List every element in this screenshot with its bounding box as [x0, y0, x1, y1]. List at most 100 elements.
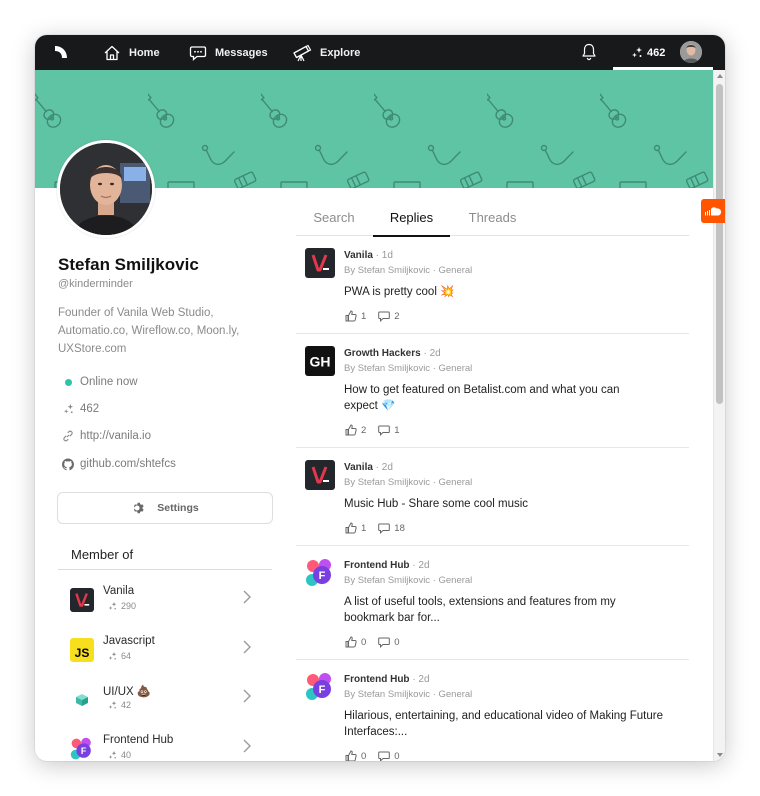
like-count: 0	[361, 636, 367, 648]
uiux-logo-icon	[70, 687, 94, 711]
soundcloud-button[interactable]	[701, 199, 725, 223]
chevron-right-icon	[242, 689, 252, 703]
comment-count: 1	[394, 424, 400, 436]
nav-home[interactable]: Home	[103, 35, 160, 70]
sparkle-icon	[108, 652, 117, 661]
member-of-title: Member of	[71, 547, 134, 562]
status-row: Online now	[62, 374, 138, 390]
svg-text:JS: JS	[75, 646, 90, 660]
post-group[interactable]: Vanila · 2d	[344, 462, 393, 473]
comment-count: 0	[394, 636, 400, 648]
like-icon[interactable]	[345, 424, 357, 436]
messages-icon	[189, 45, 207, 61]
like-count: 2	[361, 424, 367, 436]
like-count: 1	[361, 310, 367, 322]
post-group[interactable]: Vanila · 1d	[344, 250, 393, 261]
profile-bio: Founder of Vanila Web Studio, Automatio.…	[58, 307, 240, 355]
scrollbar-thumb[interactable]	[716, 84, 723, 404]
post-byline: By Stefan Smiljkovic · General	[344, 265, 473, 276]
like-icon[interactable]	[345, 522, 357, 534]
post-text[interactable]: Hilarious, entertaining, and educational…	[344, 708, 679, 740]
comment-icon[interactable]	[378, 522, 390, 534]
gh-logo-icon: GH	[305, 346, 335, 376]
post-item[interactable]: Vanila · 1d By Stefan Smiljkovic · Gener…	[296, 236, 689, 334]
group-item-vanila[interactable]: Vanila 290	[70, 584, 260, 618]
post-text[interactable]: A list of useful tools, extensions and f…	[344, 594, 644, 626]
frontend-hub-logo-icon	[70, 737, 94, 761]
website-link[interactable]: http://vanila.io	[80, 430, 151, 442]
sparkle-icon	[108, 602, 117, 611]
comment-icon[interactable]	[378, 636, 390, 648]
home-icon	[104, 45, 120, 60]
post-text[interactable]: PWA is pretty cool 💥	[344, 284, 679, 300]
scroll-down-icon[interactable]	[717, 753, 723, 757]
group-name: Frontend Hub	[103, 734, 174, 746]
like-icon[interactable]	[345, 310, 357, 322]
js-logo-icon: JS	[70, 638, 94, 662]
telescope-icon	[293, 44, 312, 61]
tab-search[interactable]: Search	[301, 201, 367, 236]
comment-count: 2	[394, 310, 400, 322]
top-navbar: Home Messages Explore 462	[35, 35, 725, 70]
nav-explore[interactable]: Explore	[292, 35, 360, 70]
post-text[interactable]: Music Hub - Share some cool music	[344, 496, 679, 512]
group-points: 64	[108, 651, 131, 661]
post-item[interactable]: Frontend Hub · 2d By Stefan Smiljkovic ·…	[296, 546, 689, 660]
scroll-up-icon[interactable]	[717, 74, 723, 78]
tab-threads[interactable]: Threads	[456, 201, 529, 236]
points-row: 462	[62, 401, 99, 417]
nav-home-label: Home	[129, 46, 160, 59]
group-name: Vanila	[103, 585, 135, 597]
profile-handle: @kinderminder	[58, 278, 133, 290]
comment-count: 18	[394, 522, 405, 534]
post-group[interactable]: Frontend Hub · 2d	[344, 560, 430, 571]
post-stats: 1 2	[345, 310, 400, 322]
github-icon	[62, 458, 74, 470]
profile-name: Stefan Smiljkovic	[58, 255, 199, 274]
scrollbar[interactable]	[713, 70, 725, 761]
app-logo-icon[interactable]	[53, 44, 69, 60]
group-name: UI/UX 💩	[103, 686, 152, 698]
post-text[interactable]: How to get featured on Betalist.com and …	[344, 382, 644, 414]
svg-text:GH: GH	[310, 354, 331, 370]
like-icon[interactable]	[345, 750, 357, 761]
vanila-logo-icon	[305, 248, 335, 278]
post-stats: 0 0	[345, 636, 400, 648]
group-item-uiux[interactable]: UI/UX 💩 42	[70, 683, 260, 717]
comment-icon[interactable]	[378, 424, 390, 436]
sparkle-icon	[631, 47, 643, 59]
post-item[interactable]: Vanila · 2d By Stefan Smiljkovic · Gener…	[296, 448, 689, 546]
bell-icon[interactable]	[581, 43, 597, 61]
comment-icon[interactable]	[378, 750, 390, 761]
like-count: 0	[361, 750, 367, 762]
group-points: 290	[108, 601, 136, 611]
post-item[interactable]: Frontend Hub · 2d By Stefan Smiljkovic ·…	[296, 660, 689, 761]
post-byline: By Stefan Smiljkovic · General	[344, 363, 473, 374]
group-item-javascript[interactable]: JS Javascript 64	[70, 634, 260, 668]
divider	[58, 569, 272, 570]
like-icon[interactable]	[345, 636, 357, 648]
user-avatar[interactable]	[680, 41, 702, 63]
nav-messages[interactable]: Messages	[189, 35, 268, 70]
sparkle-icon	[63, 404, 74, 415]
github-row[interactable]: github.com/shtefcs	[62, 456, 176, 472]
tab-replies[interactable]: Replies	[373, 201, 450, 237]
settings-button[interactable]: Settings	[57, 492, 273, 524]
group-points: 42	[108, 700, 131, 710]
vanila-logo-icon	[305, 460, 335, 490]
online-status-icon	[64, 378, 72, 386]
gear-icon	[134, 502, 144, 514]
post-item[interactable]: GH Growth Hackers · 2d By Stefan Smiljko…	[296, 334, 689, 448]
soundcloud-icon	[705, 207, 722, 216]
group-item-frontend-hub[interactable]: Frontend Hub 40	[70, 733, 260, 761]
post-group[interactable]: Frontend Hub · 2d	[344, 674, 430, 685]
sparkle-icon	[108, 701, 117, 710]
comment-icon[interactable]	[378, 310, 390, 322]
profile-avatar[interactable]	[57, 140, 155, 238]
website-row[interactable]: http://vanila.io	[62, 428, 151, 444]
github-link[interactable]: github.com/shtefcs	[80, 458, 176, 470]
post-group[interactable]: Growth Hackers · 2d	[344, 348, 441, 359]
post-stats: 2 1	[345, 424, 400, 436]
post-byline: By Stefan Smiljkovic · General	[344, 477, 473, 488]
post-stats: 1 18	[345, 522, 405, 534]
